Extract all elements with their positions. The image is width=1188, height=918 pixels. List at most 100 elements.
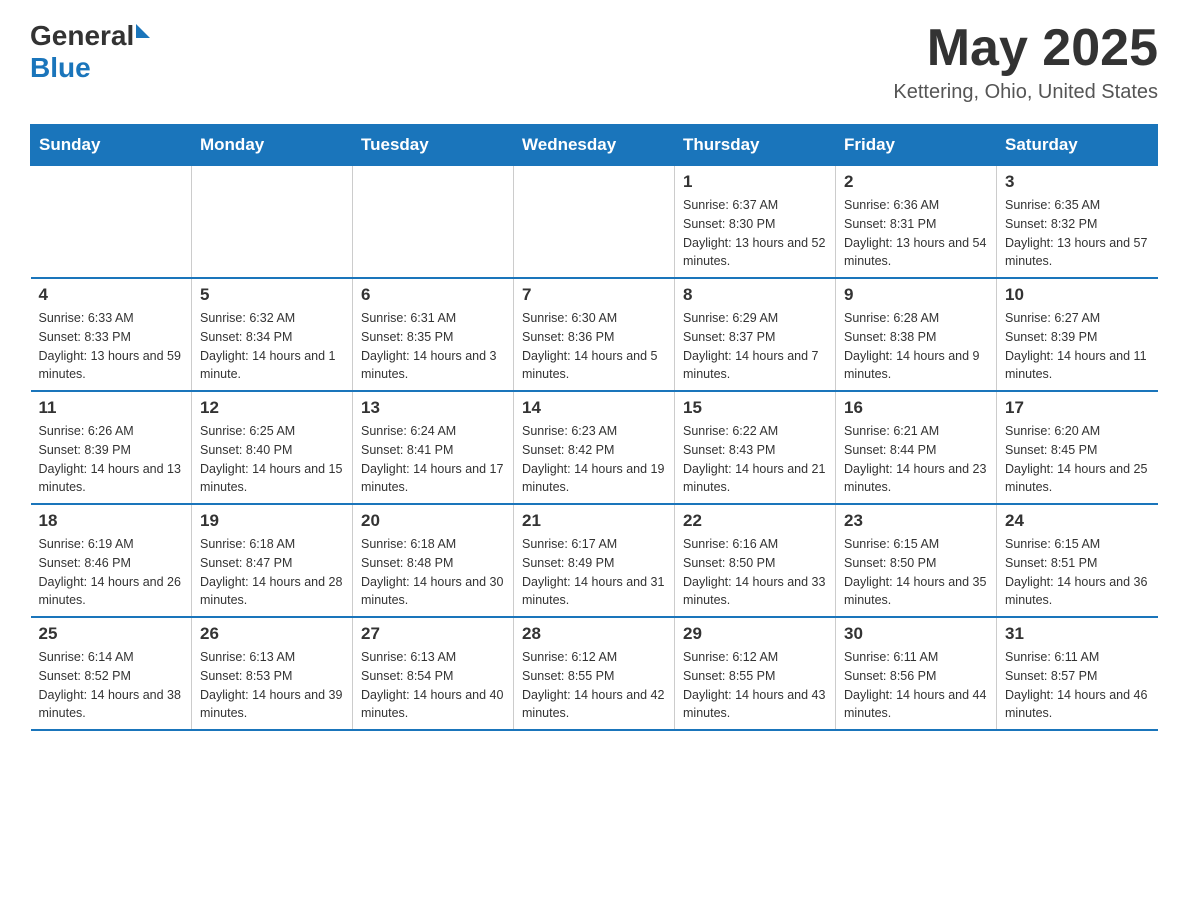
calendar-header-thursday: Thursday xyxy=(675,125,836,166)
day-info: Sunrise: 6:36 AM Sunset: 8:31 PM Dayligh… xyxy=(844,196,988,271)
calendar-cell: 2 Sunrise: 6:36 AM Sunset: 8:31 PM Daylig… xyxy=(836,166,997,279)
day-number: 14 xyxy=(522,398,666,418)
day-info: Sunrise: 6:18 AM Sunset: 8:48 PM Dayligh… xyxy=(361,535,505,610)
day-number: 18 xyxy=(39,511,184,531)
logo-general-text: General xyxy=(30,20,134,52)
month-title: May 2025 xyxy=(893,20,1158,77)
calendar-cell: 17 Sunrise: 6:20 AM Sunset: 8:45 PM Dayli… xyxy=(997,391,1158,504)
day-info: Sunrise: 6:11 AM Sunset: 8:57 PM Dayligh… xyxy=(1005,648,1150,723)
calendar-cell: 31 Sunrise: 6:11 AM Sunset: 8:57 PM Dayli… xyxy=(997,617,1158,730)
day-number: 4 xyxy=(39,285,184,305)
calendar-cell: 10Sunrise: 6:27 AM Sunset: 8:39 PM Dayli… xyxy=(997,278,1158,391)
calendar-cell: 1 Sunrise: 6:37 AM Sunset: 8:30 PM Daylig… xyxy=(675,166,836,279)
calendar-cell: 26 Sunrise: 6:13 AM Sunset: 8:53 PM Dayli… xyxy=(192,617,353,730)
location-title: Kettering, Ohio, United States xyxy=(893,81,1158,104)
day-number: 16 xyxy=(844,398,988,418)
calendar-cell: 11 Sunrise: 6:26 AM Sunset: 8:39 PM Dayli… xyxy=(31,391,192,504)
calendar-cell xyxy=(353,166,514,279)
day-number: 25 xyxy=(39,624,184,644)
day-info: Sunrise: 6:13 AM Sunset: 8:53 PM Dayligh… xyxy=(200,648,344,723)
day-number: 2 xyxy=(844,172,988,192)
day-number: 12 xyxy=(200,398,344,418)
day-number: 13 xyxy=(361,398,505,418)
day-info: Sunrise: 6:17 AM Sunset: 8:49 PM Dayligh… xyxy=(522,535,666,610)
calendar-cell: 4 Sunrise: 6:33 AM Sunset: 8:33 PM Daylig… xyxy=(31,278,192,391)
calendar-table: SundayMondayTuesdayWednesdayThursdayFrid… xyxy=(30,124,1158,731)
calendar-cell: 24Sunrise: 6:15 AM Sunset: 8:51 PM Dayli… xyxy=(997,504,1158,617)
calendar-cell: 12Sunrise: 6:25 AM Sunset: 8:40 PM Dayli… xyxy=(192,391,353,504)
calendar-cell: 22 Sunrise: 6:16 AM Sunset: 8:50 PM Dayli… xyxy=(675,504,836,617)
day-info: Sunrise: 6:23 AM Sunset: 8:42 PM Dayligh… xyxy=(522,422,666,497)
calendar-cell: 19 Sunrise: 6:18 AM Sunset: 8:47 PM Dayli… xyxy=(192,504,353,617)
logo-arrow-icon xyxy=(136,24,150,38)
day-info: Sunrise: 6:33 AM Sunset: 8:33 PM Dayligh… xyxy=(39,309,184,384)
day-number: 22 xyxy=(683,511,827,531)
calendar-cell: 3Sunrise: 6:35 AM Sunset: 8:32 PM Daylig… xyxy=(997,166,1158,279)
day-number: 8 xyxy=(683,285,827,305)
calendar-week-row: 18 Sunrise: 6:19 AM Sunset: 8:46 PM Dayli… xyxy=(31,504,1158,617)
calendar-week-row: 1 Sunrise: 6:37 AM Sunset: 8:30 PM Daylig… xyxy=(31,166,1158,279)
calendar-cell: 23Sunrise: 6:15 AM Sunset: 8:50 PM Dayli… xyxy=(836,504,997,617)
day-number: 11 xyxy=(39,398,184,418)
day-info: Sunrise: 6:24 AM Sunset: 8:41 PM Dayligh… xyxy=(361,422,505,497)
calendar-cell: 20 Sunrise: 6:18 AM Sunset: 8:48 PM Dayli… xyxy=(353,504,514,617)
calendar-week-row: 25 Sunrise: 6:14 AM Sunset: 8:52 PM Dayli… xyxy=(31,617,1158,730)
day-number: 31 xyxy=(1005,624,1150,644)
calendar-header-row: SundayMondayTuesdayWednesdayThursdayFrid… xyxy=(31,125,1158,166)
logo: General Blue xyxy=(30,20,150,84)
calendar-cell xyxy=(514,166,675,279)
calendar-cell: 15 Sunrise: 6:22 AM Sunset: 8:43 PM Dayli… xyxy=(675,391,836,504)
day-info: Sunrise: 6:27 AM Sunset: 8:39 PM Dayligh… xyxy=(1005,309,1150,384)
day-info: Sunrise: 6:26 AM Sunset: 8:39 PM Dayligh… xyxy=(39,422,184,497)
day-info: Sunrise: 6:32 AM Sunset: 8:34 PM Dayligh… xyxy=(200,309,344,384)
calendar-cell: 14 Sunrise: 6:23 AM Sunset: 8:42 PM Dayli… xyxy=(514,391,675,504)
day-info: Sunrise: 6:12 AM Sunset: 8:55 PM Dayligh… xyxy=(522,648,666,723)
day-number: 29 xyxy=(683,624,827,644)
calendar-header-wednesday: Wednesday xyxy=(514,125,675,166)
day-info: Sunrise: 6:20 AM Sunset: 8:45 PM Dayligh… xyxy=(1005,422,1150,497)
calendar-cell xyxy=(192,166,353,279)
calendar-header-saturday: Saturday xyxy=(997,125,1158,166)
calendar-cell: 9 Sunrise: 6:28 AM Sunset: 8:38 PM Daylig… xyxy=(836,278,997,391)
day-number: 23 xyxy=(844,511,988,531)
title-block: May 2025 Kettering, Ohio, United States xyxy=(893,20,1158,104)
day-number: 17 xyxy=(1005,398,1150,418)
page-header: General Blue May 2025 Kettering, Ohio, U… xyxy=(30,20,1158,104)
calendar-header-sunday: Sunday xyxy=(31,125,192,166)
day-number: 26 xyxy=(200,624,344,644)
calendar-cell: 16 Sunrise: 6:21 AM Sunset: 8:44 PM Dayli… xyxy=(836,391,997,504)
day-number: 6 xyxy=(361,285,505,305)
day-info: Sunrise: 6:18 AM Sunset: 8:47 PM Dayligh… xyxy=(200,535,344,610)
calendar-header-friday: Friday xyxy=(836,125,997,166)
day-number: 30 xyxy=(844,624,988,644)
day-info: Sunrise: 6:28 AM Sunset: 8:38 PM Dayligh… xyxy=(844,309,988,384)
day-number: 19 xyxy=(200,511,344,531)
day-number: 15 xyxy=(683,398,827,418)
day-number: 20 xyxy=(361,511,505,531)
calendar-cell xyxy=(31,166,192,279)
day-number: 28 xyxy=(522,624,666,644)
calendar-cell: 7Sunrise: 6:30 AM Sunset: 8:36 PM Daylig… xyxy=(514,278,675,391)
calendar-cell: 29 Sunrise: 6:12 AM Sunset: 8:55 PM Dayli… xyxy=(675,617,836,730)
calendar-cell: 27 Sunrise: 6:13 AM Sunset: 8:54 PM Dayli… xyxy=(353,617,514,730)
day-info: Sunrise: 6:13 AM Sunset: 8:54 PM Dayligh… xyxy=(361,648,505,723)
calendar-week-row: 11 Sunrise: 6:26 AM Sunset: 8:39 PM Dayli… xyxy=(31,391,1158,504)
day-number: 9 xyxy=(844,285,988,305)
day-info: Sunrise: 6:29 AM Sunset: 8:37 PM Dayligh… xyxy=(683,309,827,384)
day-number: 27 xyxy=(361,624,505,644)
calendar-cell: 28 Sunrise: 6:12 AM Sunset: 8:55 PM Dayli… xyxy=(514,617,675,730)
day-number: 21 xyxy=(522,511,666,531)
calendar-header-tuesday: Tuesday xyxy=(353,125,514,166)
day-info: Sunrise: 6:14 AM Sunset: 8:52 PM Dayligh… xyxy=(39,648,184,723)
day-info: Sunrise: 6:15 AM Sunset: 8:51 PM Dayligh… xyxy=(1005,535,1150,610)
day-info: Sunrise: 6:19 AM Sunset: 8:46 PM Dayligh… xyxy=(39,535,184,610)
day-info: Sunrise: 6:22 AM Sunset: 8:43 PM Dayligh… xyxy=(683,422,827,497)
logo-blue-text: Blue xyxy=(30,52,150,84)
calendar-cell: 6Sunrise: 6:31 AM Sunset: 8:35 PM Daylig… xyxy=(353,278,514,391)
day-info: Sunrise: 6:21 AM Sunset: 8:44 PM Dayligh… xyxy=(844,422,988,497)
day-info: Sunrise: 6:16 AM Sunset: 8:50 PM Dayligh… xyxy=(683,535,827,610)
day-number: 3 xyxy=(1005,172,1150,192)
day-number: 1 xyxy=(683,172,827,192)
day-info: Sunrise: 6:12 AM Sunset: 8:55 PM Dayligh… xyxy=(683,648,827,723)
day-info: Sunrise: 6:37 AM Sunset: 8:30 PM Dayligh… xyxy=(683,196,827,271)
